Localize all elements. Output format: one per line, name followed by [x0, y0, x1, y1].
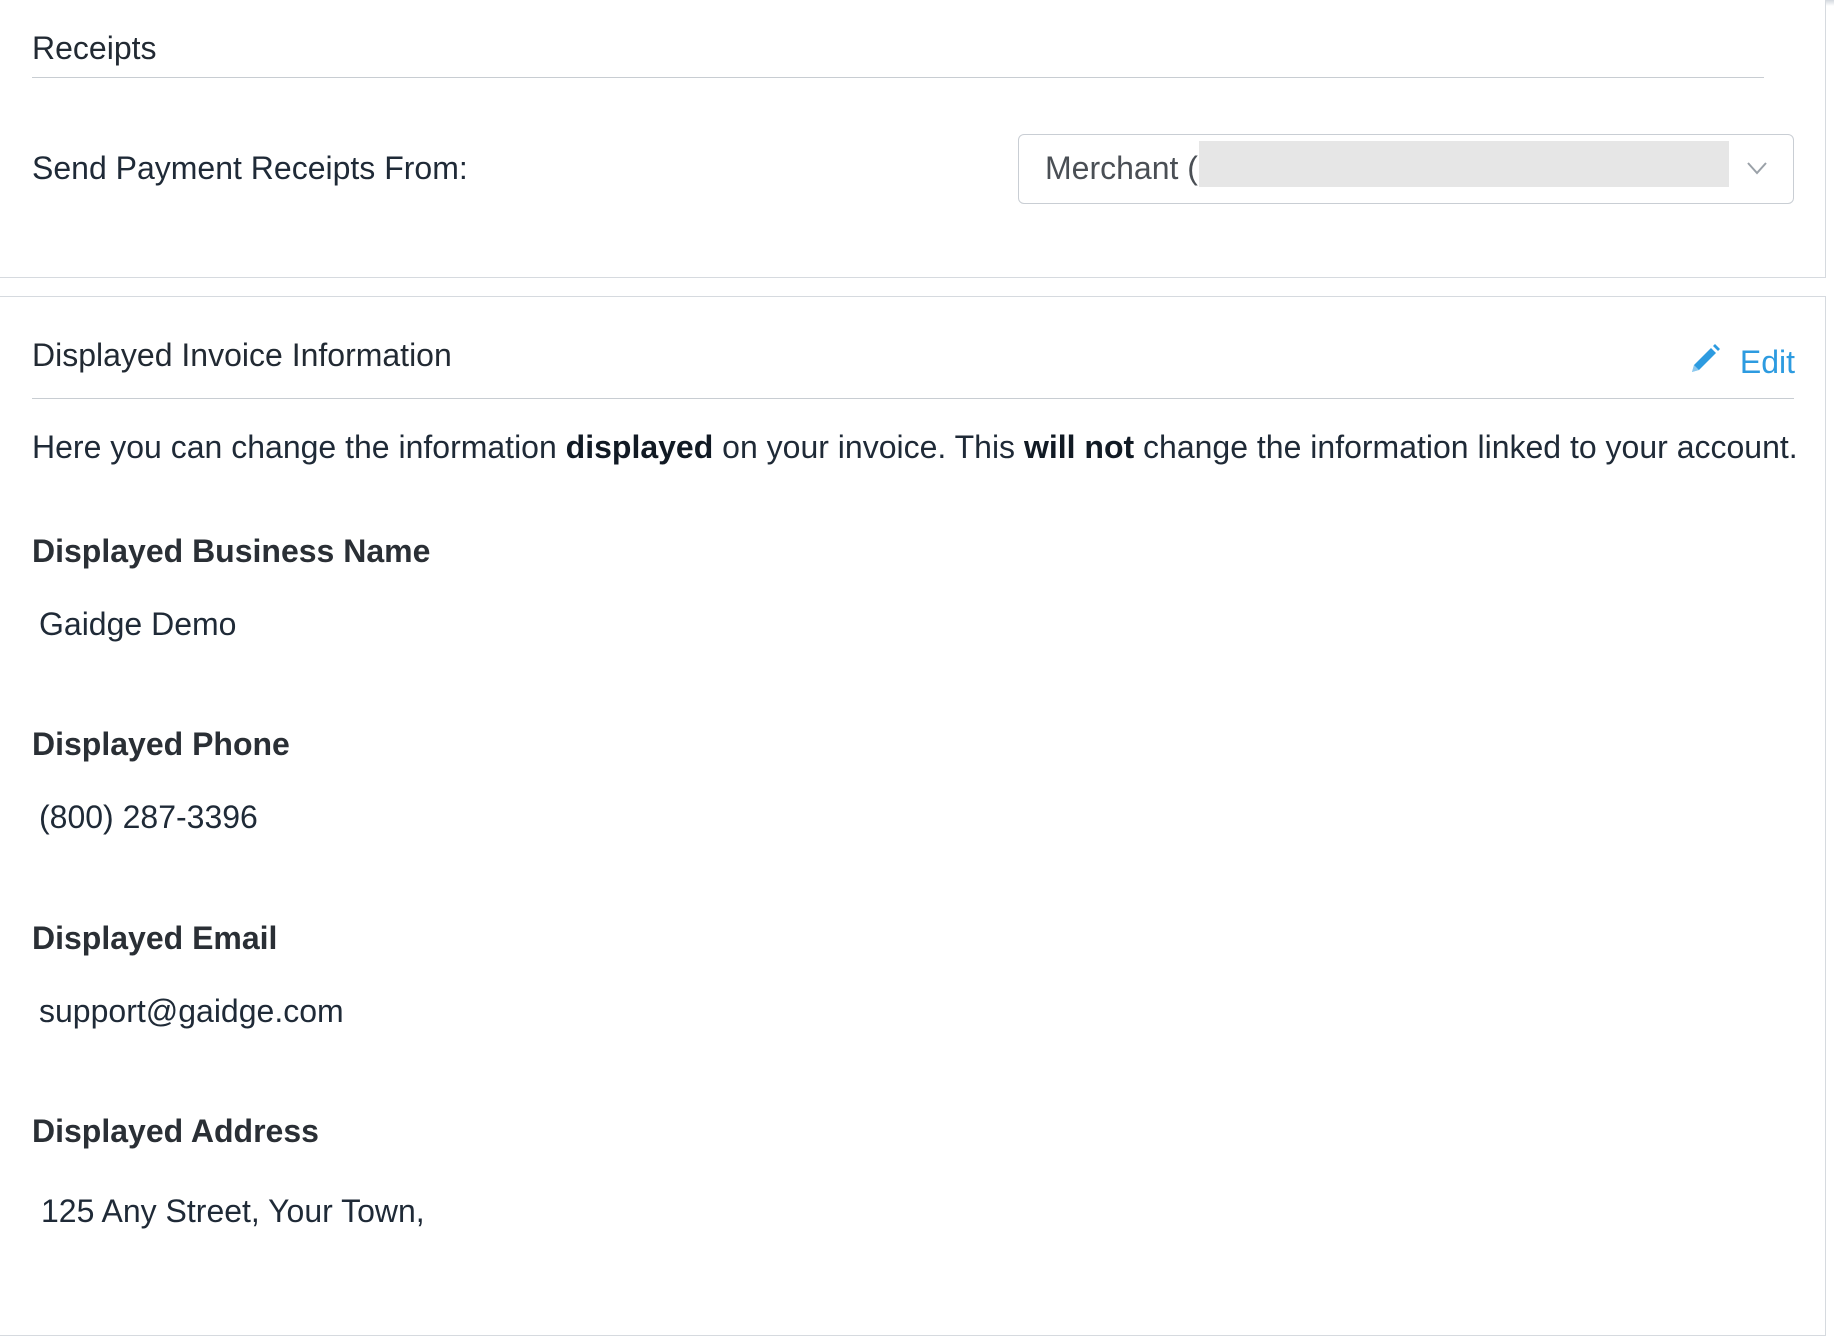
invoice-info-card: Displayed Invoice Information Edit Here …	[0, 296, 1826, 1336]
invoice-divider	[32, 398, 1794, 399]
pencil-icon	[1688, 341, 1722, 383]
phone-label: Displayed Phone	[32, 726, 290, 762]
business-name-value: Gaidge Demo	[39, 606, 237, 642]
intro-text-1: Here you can change the information	[32, 429, 566, 465]
edit-button[interactable]: Edit	[1688, 341, 1795, 383]
send-receipts-from-select[interactable]: Merchant (	[1018, 134, 1794, 204]
chevron-down-icon	[1747, 161, 1767, 180]
business-name-label: Displayed Business Name	[32, 533, 431, 569]
address-value: 125 Any Street, Your Town,	[41, 1193, 425, 1229]
email-value: support@gaidge.com	[39, 993, 344, 1029]
receipts-title: Receipts	[32, 30, 157, 66]
intro-bold-displayed: displayed	[565, 429, 714, 465]
intro-text-3: change the information linked to your ac…	[1134, 429, 1798, 465]
edit-label: Edit	[1739, 343, 1795, 380]
intro-bold-will-not: will not	[1023, 429, 1135, 465]
send-receipts-from-label: Send Payment Receipts From:	[32, 150, 468, 186]
receipts-divider	[32, 77, 1764, 78]
invoice-intro-text: Here you can change the information disp…	[32, 429, 1798, 466]
phone-value: (800) 287-3396	[39, 799, 258, 835]
intro-text-2: on your invoice. This	[713, 429, 1024, 465]
redacted-area	[1199, 141, 1729, 187]
select-value: Merchant (	[1045, 150, 1198, 186]
receipts-card: Receipts Send Payment Receipts From: Mer…	[0, 0, 1826, 278]
invoice-info-title: Displayed Invoice Information	[32, 337, 452, 373]
address-label: Displayed Address	[32, 1113, 319, 1149]
email-label: Displayed Email	[32, 920, 278, 956]
